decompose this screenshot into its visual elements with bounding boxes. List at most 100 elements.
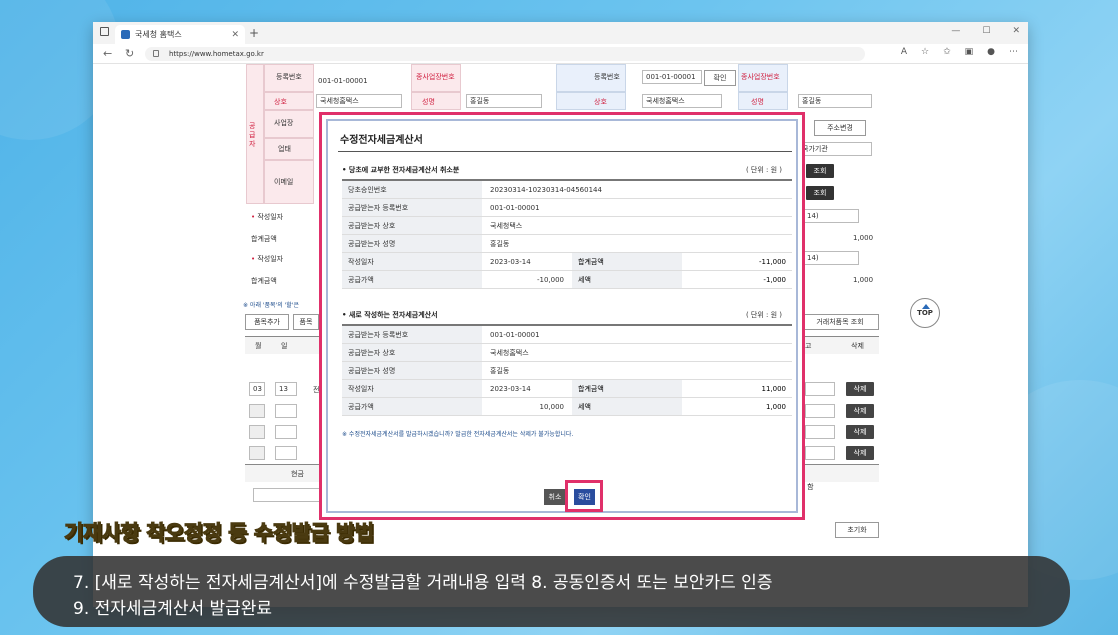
reset-button[interactable]: 초기화 (835, 522, 879, 538)
new-buyer-name-value[interactable]: 국세청홈택스 (482, 344, 792, 361)
trade-item-lookup-button[interactable]: 거래처품목 조회 (801, 314, 879, 330)
close-window-button[interactable]: ✕ (1012, 26, 1020, 36)
row2-month[interactable] (249, 404, 265, 418)
supplier-name-label: 상호 (274, 98, 287, 106)
buyer-name-field[interactable]: 국세청홈택스 (642, 94, 722, 108)
row2-day[interactable] (275, 404, 297, 418)
tab-close-icon[interactable]: ✕ (231, 30, 239, 40)
top-button[interactable]: TOP (910, 298, 940, 328)
refresh-icon[interactable]: ↻ (125, 47, 134, 60)
caption-box: 7. [새로 작성하는 전자세금계산서]에 수정발급할 거래내용 입력 8. 공… (33, 556, 1070, 627)
new-date-label: 작성일자 (342, 380, 482, 397)
supplier-reg-label: 등록번호 (276, 73, 302, 81)
approval-label: 당초승인번호 (342, 181, 482, 198)
browser-tab[interactable]: 국세청 홈택스 ✕ (115, 25, 245, 44)
modal-ok-button[interactable]: 확인 (574, 489, 595, 505)
row1-month[interactable]: 03 (249, 382, 265, 396)
modal-title: 수정전자세금계산서 (340, 135, 423, 146)
orig-total-value: -11,000 (758, 258, 786, 266)
new-buyer-reg-label: 공급받는자 등록번호 (342, 326, 482, 343)
buyer-reg-field[interactable]: 001-01-00001 (642, 70, 702, 84)
lookup-button-1[interactable]: 조회 (806, 164, 834, 178)
address-label: 사업장 (274, 119, 294, 127)
new-tax-label: 세액 (572, 398, 682, 415)
row3-day[interactable] (275, 425, 297, 439)
delete-row2-button[interactable]: 삭제 (846, 404, 874, 418)
title-divider (338, 151, 792, 152)
new-tax-value[interactable]: 1,000 (682, 398, 792, 415)
caption-line-2: 9. 전자세금계산서 발급완료 (73, 599, 273, 619)
favorite-icon[interactable]: ☆ (921, 47, 929, 57)
row3-month[interactable] (249, 425, 265, 439)
profile-icon[interactable]: ● (987, 47, 995, 57)
url-field[interactable]: https://www.hometax.go.kr (145, 47, 865, 61)
date-field-2[interactable]: 14) (803, 251, 859, 265)
browser-toolbar: A ☆ ✩ ▣ ● ⋯ (901, 47, 1018, 57)
rep-label: 성명 (422, 98, 435, 106)
row4-remark[interactable] (805, 446, 835, 460)
collections-icon[interactable]: ▣ (965, 47, 974, 57)
buyer-confirm-button[interactable]: 확인 (704, 70, 736, 86)
rep-field[interactable]: 홍길동 (466, 94, 542, 108)
row2-remark[interactable] (805, 404, 835, 418)
new-buyer-rep-label: 공급받는자 성명 (342, 362, 482, 379)
lookup-button-2[interactable]: 조회 (806, 186, 834, 200)
item-button[interactable]: 품목 (293, 314, 319, 330)
col-delete: 삭제 (851, 342, 864, 350)
ok-button-highlight: 확인 (565, 480, 603, 512)
add-item-button[interactable]: 품목추가 (245, 314, 289, 330)
new-tab-icon[interactable]: + (249, 26, 259, 40)
new-buyer-reg-value[interactable]: 001-01-00001 (482, 326, 792, 343)
modal-cancel-button[interactable]: 취소 (544, 489, 566, 505)
date-field-1[interactable]: 14) (803, 209, 859, 223)
modal-highlight: 수정전자세금계산서 • 당초에 교부한 전자세금계산서 취소분 ( 단위 : 원… (319, 112, 805, 520)
maximize-button[interactable]: ☐ (982, 26, 990, 36)
tutorial-headline: 기재사항 착오정정 등 수정발급 방법 (64, 521, 375, 546)
row1-day[interactable]: 13 (275, 382, 297, 396)
modify-tax-invoice-dialog: 수정전자세금계산서 • 당초에 교부한 전자세금계산서 취소분 ( 단위 : 원… (326, 119, 798, 513)
tab-title: 국세청 홈택스 (135, 30, 182, 39)
buyer-type-field[interactable]: 국가기관 (798, 142, 872, 156)
biztype-label: 업태 (278, 145, 291, 153)
new-total-value: 11,000 (761, 385, 787, 393)
row1-remark[interactable] (805, 382, 835, 396)
change-address-button[interactable]: 주소변경 (814, 120, 866, 136)
new-date-value[interactable]: 2023-03-14 (482, 380, 572, 397)
browser-titlebar: 국세청 홈택스 ✕ + — ☐ ✕ (93, 22, 1028, 44)
row4-month[interactable] (249, 446, 265, 460)
col-remark: 고 (805, 342, 812, 350)
back-icon[interactable]: ← (103, 47, 112, 60)
delete-row4-button[interactable]: 삭제 (846, 446, 874, 460)
buyer-sub-label: 종사업장번호 (741, 73, 780, 81)
total2-label: 합계금액 (251, 277, 277, 285)
window-controls: — ☐ ✕ (951, 26, 1020, 36)
unit-label-2: ( 단위 : 원 ) (745, 311, 782, 319)
new-buyer-name-label: 공급받는자 상호 (342, 344, 482, 361)
row3-remark[interactable] (805, 425, 835, 439)
delete-row1-button[interactable]: 삭제 (846, 382, 874, 396)
supplier-name-field[interactable]: 국세청홈택스 (316, 94, 402, 108)
orig-buyer-rep-value: 홍길동 (490, 240, 510, 248)
address-bar: ← ↻ https://www.hometax.go.kr A ☆ ✩ ▣ ● … (93, 44, 1028, 64)
new-supply-label: 공급가액 (342, 398, 482, 415)
original-invoice-table: 당초승인번호 20230314-10230314-04560144 공급받는자 등… (342, 179, 792, 289)
minimize-button[interactable]: — (951, 26, 960, 36)
col-day: 일 (281, 342, 288, 350)
section-original: • 당초에 교부한 전자세금계산서 취소분 (342, 166, 460, 174)
total-label: 합계금액 (251, 235, 277, 243)
new-supply-value[interactable]: 10,000 (482, 398, 572, 415)
write-date-label: • 작성일자 (251, 213, 284, 221)
email-label: 이메일 (274, 178, 294, 186)
favorites-icon[interactable]: ✩ (943, 47, 951, 57)
read-aloud-icon[interactable]: A (901, 47, 907, 57)
new-buyer-rep-value[interactable]: 홍길동 (482, 362, 792, 379)
more-icon[interactable]: ⋯ (1009, 47, 1018, 57)
new-invoice-table: 공급받는자 등록번호 001-01-00001 공급받는자 상호 국세청홈택스 공급… (342, 324, 792, 416)
tab-actions-icon[interactable] (100, 27, 109, 36)
col-month: 월 (255, 342, 262, 350)
row4-day[interactable] (275, 446, 297, 460)
delete-row3-button[interactable]: 삭제 (846, 425, 874, 439)
orig-tax-value: -1,000 (763, 276, 786, 284)
buyer-rep-field[interactable]: 홍길동 (798, 94, 872, 108)
sub-reg-label: 종사업장번호 (416, 73, 455, 81)
